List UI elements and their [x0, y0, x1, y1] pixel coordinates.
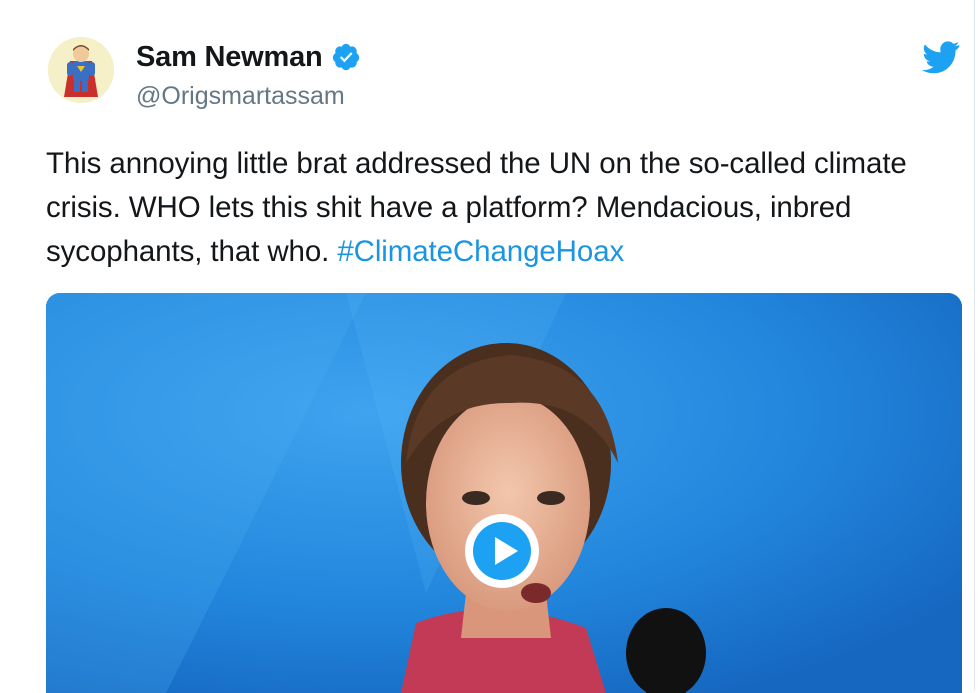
video-frame-image	[46, 293, 962, 693]
author-display-name[interactable]: Sam Newman	[136, 41, 323, 74]
twitter-bird-icon[interactable]	[922, 40, 960, 74]
avatar[interactable]	[48, 37, 114, 103]
play-icon[interactable]	[461, 510, 543, 592]
author-row: Sam Newman	[136, 40, 361, 74]
video-thumbnail[interactable]	[46, 293, 962, 693]
tweet-text: This annoying little brat addressed the …	[46, 142, 946, 274]
author-handle[interactable]: @Origsmartassam	[136, 82, 345, 111]
verified-badge-icon	[332, 43, 359, 71]
tweet-card: Sam Newman @Origsmartassam This annoying…	[0, 0, 975, 693]
hashtag-link[interactable]: #ClimateChangeHoax	[337, 235, 624, 268]
superhero-avatar-icon	[48, 37, 114, 103]
